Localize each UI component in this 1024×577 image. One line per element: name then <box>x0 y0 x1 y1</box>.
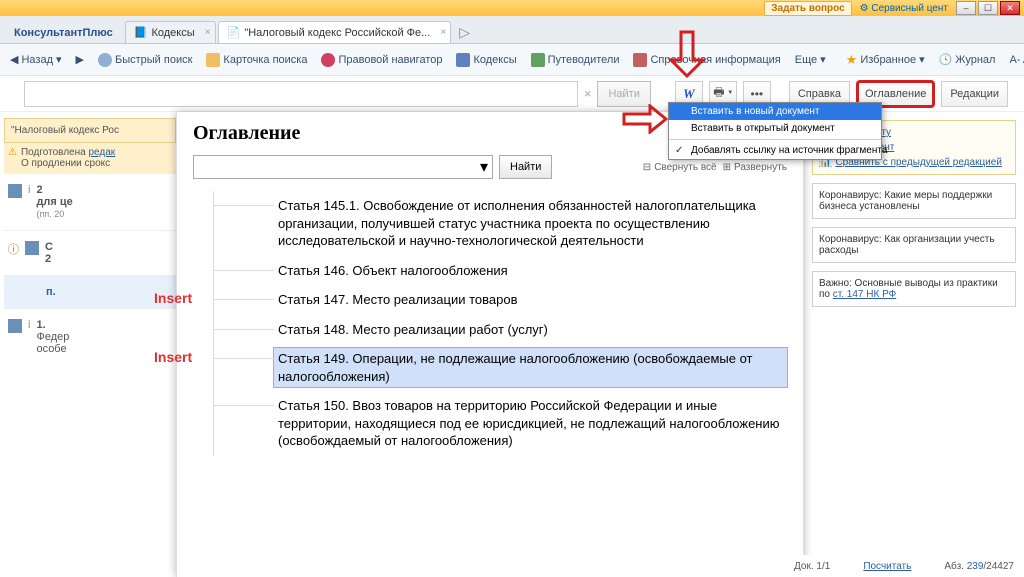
toc-find-button[interactable]: Найти <box>499 155 552 179</box>
find-button[interactable]: Найти <box>597 81 650 107</box>
paragraph-counter: Абз. 239/24427 <box>944 561 1014 572</box>
tab-document[interactable]: 📄 "Налоговый кодекс Российской Фе...× <box>218 21 452 43</box>
calc-link[interactable]: Посчитать <box>863 561 911 572</box>
star-icon: ★ <box>846 52 858 68</box>
doc-counter: Док. 1/1 <box>794 561 830 572</box>
legal-navigator-button[interactable]: Правовой навигатор <box>317 50 446 70</box>
toc-item-selected[interactable]: InsertСтатья 149. Операции, не подлежащи… <box>213 344 787 391</box>
info-note[interactable]: Коронавирус: Какие меры поддержки бизнес… <box>812 183 1016 219</box>
edition-link[interactable]: редак <box>88 147 115 158</box>
bookmark-icon <box>25 241 39 255</box>
toc-item[interactable]: Статья 148. Место реализации работ (услу… <box>213 315 787 345</box>
reference-button[interactable]: Справочная информация <box>629 50 784 70</box>
menu-add-source-link[interactable]: Добавлять ссылку на источник фрагмента <box>669 142 881 159</box>
word-export-menu: Вставить в новый документ Вставить в отк… <box>668 102 882 160</box>
add-tab-button[interactable]: ▷ <box>451 22 478 43</box>
codex-button[interactable]: Кодексы <box>452 50 520 70</box>
maximize-button[interactable]: ☐ <box>978 1 998 15</box>
more-button[interactable]: Еще ▾ <box>791 50 830 69</box>
guides-button[interactable]: Путеводители <box>527 50 624 70</box>
close-icon[interactable]: × <box>205 27 211 38</box>
toc-item[interactable]: InsertСтатья 147. Место реализации товар… <box>213 285 787 315</box>
list-item[interactable]: i2для це(пп. 20 <box>4 173 176 230</box>
clear-icon[interactable]: × <box>584 86 592 101</box>
info-note[interactable]: Важно: Основные выводы из практики по ст… <box>812 271 1016 307</box>
insert-annotation: Insert <box>154 289 192 308</box>
minimize-button[interactable]: – <box>956 1 976 15</box>
info-note[interactable]: Коронавирус: Как организации учесть расх… <box>812 227 1016 263</box>
journal-button[interactable]: 🕓 Журнал <box>935 50 1000 69</box>
insert-annotation: Insert <box>154 348 192 367</box>
menu-insert-new-doc[interactable]: Вставить в новый документ <box>669 103 881 120</box>
favorites-button[interactable]: ★Избранное ▾ <box>842 49 929 71</box>
back-button[interactable]: ◀ Назад ▾ <box>6 50 66 69</box>
close-icon[interactable]: × <box>440 27 446 38</box>
warning-banner: ⚠ Подготовлена редакО продлении срокс <box>4 143 176 173</box>
info-icon: ⓘ <box>8 241 19 265</box>
bookmark-icon <box>8 319 22 333</box>
annotation-arrow-down <box>667 30 707 83</box>
toc-item[interactable]: Статья 145.1. Освобождение от исполнения… <box>213 191 787 256</box>
toc-filter-select[interactable]: ▾ <box>193 155 493 179</box>
expand-all-button[interactable]: ⊞ Развернуть <box>723 162 787 173</box>
document-title: "Налоговый кодекс Рос <box>4 118 176 143</box>
editions-button[interactable]: Редакции <box>941 81 1008 107</box>
forward-button[interactable]: ▶ <box>72 50 88 69</box>
warning-icon: ⚠ <box>8 147 17 169</box>
font-size-button[interactable]: A- A+ <box>1005 51 1024 69</box>
search-card-button[interactable]: Карточка поиска <box>202 50 311 70</box>
list-item[interactable]: ⓘС2 <box>4 230 176 275</box>
collapse-all-button[interactable]: ⊟ Свернуть всё <box>643 162 717 173</box>
ask-question-button[interactable]: Задать вопрос <box>764 1 851 16</box>
toc-item[interactable]: Статья 150. Ввоз товаров на территорию Р… <box>213 391 787 456</box>
quick-search-button[interactable]: Быстрый поиск <box>94 50 196 70</box>
list-item[interactable]: i1.Федерособе <box>4 308 176 365</box>
main-toolbar: ◀ Назад ▾ ▶ Быстрый поиск Карточка поиск… <box>0 44 1024 76</box>
tab-codex[interactable]: 📘 Кодексы× <box>125 21 216 43</box>
service-center-link[interactable]: ⚙ Сервисный цент <box>860 3 948 14</box>
bookmark-icon <box>8 184 22 198</box>
menu-insert-open-doc[interactable]: Вставить в открытый документ <box>669 120 881 137</box>
list-item[interactable]: п. <box>4 275 176 308</box>
close-button[interactable]: ✕ <box>1000 1 1020 15</box>
annotation-arrow-right <box>622 104 668 139</box>
toc-item[interactable]: Статья 146. Объект налогообложения <box>213 256 787 286</box>
app-name: КонсультантПлюс <box>4 23 123 43</box>
search-input[interactable] <box>24 81 578 107</box>
